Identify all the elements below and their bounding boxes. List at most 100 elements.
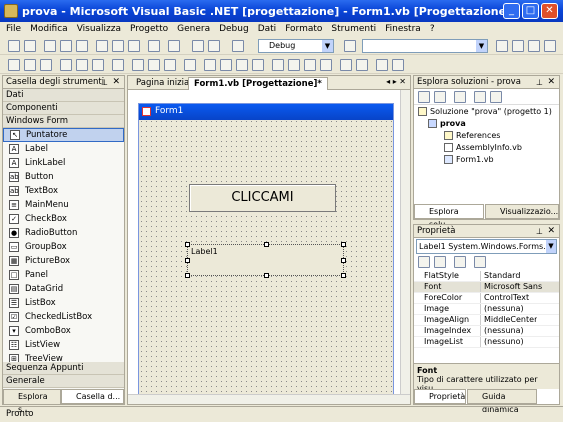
toolbox-item-panel[interactable]: □ Panel <box>3 268 124 282</box>
resize-handle[interactable] <box>185 258 190 263</box>
toolbox-item-button[interactable]: ab Button <box>3 170 124 184</box>
class-view-icon[interactable] <box>544 40 556 52</box>
same-height-icon[interactable] <box>148 59 160 71</box>
align-right-icon[interactable] <box>40 59 52 71</box>
align-top-icon[interactable] <box>60 59 72 71</box>
property-value[interactable]: (nessuna) <box>481 304 524 314</box>
tree-item-solution[interactable]: Soluzione "prova" (progetto 1) <box>414 105 559 117</box>
solution-config-dropdown[interactable]: Debug ▼ <box>258 39 334 53</box>
menu-dati[interactable]: Dati <box>258 24 276 34</box>
property-row[interactable]: FlatStyle Standard <box>414 271 559 282</box>
tab-toolbox[interactable]: Casella d... <box>61 389 124 404</box>
resize-handle[interactable] <box>185 273 190 278</box>
menu-finestra[interactable]: Finestra <box>385 24 421 34</box>
pin-icon[interactable]: ⊥ <box>536 227 543 236</box>
toolbox-item-picturebox[interactable]: ▦ PictureBox <box>3 254 124 268</box>
tab-class-view[interactable]: Visualizzazio... <box>485 204 559 219</box>
show-all-files-icon[interactable] <box>474 91 486 103</box>
vspacing-remove-icon[interactable] <box>320 59 332 71</box>
tab-solution-explorer[interactable]: Esplora s... <box>3 389 61 414</box>
toolbox-item-listview[interactable]: ☷ ListView <box>3 338 124 352</box>
add-item-icon[interactable] <box>24 40 36 52</box>
align-bottom-icon[interactable] <box>92 59 104 71</box>
refresh-icon[interactable] <box>454 91 466 103</box>
tab-properties[interactable]: Proprietà <box>414 389 466 404</box>
maximize-button[interactable]: □ <box>522 3 539 19</box>
save-icon[interactable] <box>60 40 72 52</box>
find-combo[interactable]: ▼ <box>362 39 488 53</box>
size-to-grid-icon[interactable] <box>184 59 196 71</box>
menu-debug[interactable]: Debug <box>219 24 249 34</box>
close-icon[interactable]: ✕ <box>547 226 555 236</box>
close-icon[interactable]: ✕ <box>547 77 555 87</box>
form-designer-window[interactable]: Form1 CLICCAMI Label1 <box>138 103 394 398</box>
toolbox-category-dati[interactable]: Dati <box>3 89 124 102</box>
property-row[interactable]: ImageIndex (nessuna) <box>414 326 559 337</box>
cliccami-button[interactable]: CLICCAMI <box>189 184 336 212</box>
close-icon[interactable]: ✕ <box>112 77 120 87</box>
property-value[interactable]: Standard <box>481 271 520 281</box>
property-row[interactable]: ImageAlign MiddleCenter <box>414 315 559 326</box>
bring-to-front-icon[interactable] <box>376 59 388 71</box>
menu-visualizza[interactable]: Visualizza <box>77 24 121 34</box>
center-vertically-icon[interactable] <box>356 59 368 71</box>
redo-icon[interactable] <box>168 40 180 52</box>
toolbox-item-datagrid[interactable]: ▤ DataGrid <box>3 282 124 296</box>
save-all-icon[interactable] <box>76 40 88 52</box>
property-value[interactable]: ControlText <box>481 293 529 303</box>
view-code-icon[interactable] <box>418 91 430 103</box>
tab-dynamic-help[interactable]: Guida dinamica <box>467 389 537 414</box>
categorized-icon[interactable] <box>418 256 430 268</box>
solution-explorer-icon[interactable] <box>496 40 508 52</box>
toolbox-item-puntatore[interactable]: ↖ Puntatore <box>3 128 124 142</box>
navigate-forward-icon[interactable] <box>208 40 220 52</box>
property-value[interactable]: Microsoft Sans <box>481 282 542 292</box>
new-project-icon[interactable] <box>8 40 20 52</box>
horizontal-scrollbar[interactable] <box>128 394 410 404</box>
label1-control[interactable]: Label1 <box>185 242 346 278</box>
vspacing-increase-icon[interactable] <box>288 59 300 71</box>
properties-icon[interactable] <box>512 40 524 52</box>
tree-item-assemblyinfo[interactable]: AssemblyInfo.vb <box>414 141 559 153</box>
toolbox-item-radiobutton[interactable]: ● RadioButton <box>3 226 124 240</box>
view-designer-icon[interactable] <box>434 91 446 103</box>
toolbox-item-combobox[interactable]: ▾ ComboBox <box>3 324 124 338</box>
tab-solution-explorer[interactable]: Esplora solu... <box>414 204 484 229</box>
toolbox-item-mainmenu[interactable]: ≡ MainMenu <box>3 198 124 212</box>
tree-item-project[interactable]: prova <box>414 117 559 129</box>
menu-modifica[interactable]: Modifica <box>30 24 68 34</box>
resize-handle[interactable] <box>264 273 269 278</box>
minimize-button[interactable]: _ <box>503 3 520 19</box>
hspacing-remove-icon[interactable] <box>252 59 264 71</box>
vspacing-equal-icon[interactable] <box>272 59 284 71</box>
tree-item-form1[interactable]: Form1.vb <box>414 153 559 165</box>
property-row[interactable]: ForeColor ControlText <box>414 293 559 304</box>
resize-handle[interactable] <box>341 258 346 263</box>
toolbox-item-checkbox[interactable]: ✓ CheckBox <box>3 212 124 226</box>
tab-close-icon[interactable]: ◂ ▸ ✕ <box>386 77 406 86</box>
toolbox-item-groupbox[interactable]: ▭ GroupBox <box>3 240 124 254</box>
hspacing-equal-icon[interactable] <box>204 59 216 71</box>
menu-genera[interactable]: Genera <box>177 24 210 34</box>
navigate-back-icon[interactable] <box>192 40 204 52</box>
tab-form1-designer[interactable]: Form1.vb [Progettazione]* <box>188 77 328 90</box>
vspacing-decrease-icon[interactable] <box>304 59 316 71</box>
toolbox-item-listbox[interactable]: ☰ ListBox <box>3 296 124 310</box>
resize-handle[interactable] <box>341 273 346 278</box>
undo-icon[interactable] <box>148 40 160 52</box>
align-middle-icon[interactable] <box>76 59 88 71</box>
hspacing-increase-icon[interactable] <box>220 59 232 71</box>
align-left-icon[interactable] <box>8 59 20 71</box>
toolbox-category-componenti[interactable]: Componenti <box>3 102 124 115</box>
pin-icon[interactable]: ⊥ <box>536 78 543 87</box>
properties-icon[interactable] <box>490 91 502 103</box>
tree-item-references[interactable]: References <box>414 129 559 141</box>
resize-handle[interactable] <box>264 242 269 247</box>
property-value[interactable]: (nessuno) <box>481 337 524 347</box>
start-icon[interactable] <box>232 40 244 52</box>
property-value[interactable]: MiddleCenter <box>481 315 537 325</box>
property-row[interactable]: Font Microsoft Sans <box>414 282 559 293</box>
toolbox-item-checkedlistbox[interactable]: ☑ CheckedListBox <box>3 310 124 324</box>
toolbox-item-label[interactable]: A Label <box>3 142 124 156</box>
same-width-icon[interactable] <box>132 59 144 71</box>
